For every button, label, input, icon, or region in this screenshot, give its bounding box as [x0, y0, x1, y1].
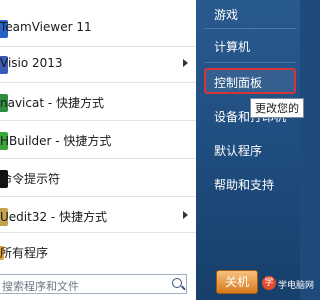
- program-visio[interactable]: Visio 2013: [0, 50, 196, 80]
- separator: [0, 196, 196, 197]
- separator: [204, 62, 296, 63]
- watermark-text: 学电脑网: [278, 281, 315, 291]
- shutdown-button[interactable]: 关机: [216, 270, 258, 294]
- submenu-arrow-icon: [183, 211, 188, 219]
- program-label: navicat - 快捷方式: [0, 96, 105, 110]
- all-programs[interactable]: 所有程序: [0, 238, 196, 268]
- separator: [0, 46, 196, 47]
- program-label: HBuilder - 快捷方式: [0, 134, 112, 148]
- search-icon[interactable]: [172, 278, 182, 288]
- program-label: 命令提示符: [0, 172, 61, 186]
- submenu-arrow-icon: [183, 59, 188, 67]
- all-programs-label: 所有程序: [0, 246, 49, 260]
- separator: [0, 120, 196, 121]
- separator: [0, 232, 196, 233]
- separator: [0, 82, 196, 83]
- program-hbuilder[interactable]: HBuilder - 快捷方式: [0, 126, 196, 156]
- separator: [0, 158, 196, 159]
- program-teamviewer[interactable]: TeamViewer 11: [0, 14, 196, 44]
- program-cmd[interactable]: 命令提示符: [0, 164, 196, 194]
- menu-games[interactable]: 游戏: [214, 6, 238, 23]
- menu-control-panel[interactable]: 控制面板: [214, 74, 262, 91]
- menu-default-programs[interactable]: 默认程序: [214, 142, 262, 159]
- program-label: TeamViewer 11: [0, 20, 92, 34]
- program-navicat[interactable]: navicat - 快捷方式: [0, 88, 196, 118]
- search-input[interactable]: [0, 277, 162, 296]
- search-box[interactable]: [0, 274, 187, 296]
- menu-computer[interactable]: 计算机: [214, 38, 250, 55]
- program-uedit32[interactable]: Uedit32 - 快捷方式: [0, 202, 196, 232]
- watermark: 学 学电脑网: [262, 274, 314, 294]
- tooltip: 更改您的: [250, 98, 304, 118]
- program-label: Uedit32 - 快捷方式: [0, 210, 108, 224]
- start-menu-programs-pane: TeamViewer 11 Visio 2013 navicat - 快捷方式 …: [0, 0, 196, 300]
- program-label: Visio 2013: [0, 56, 63, 70]
- menu-help-support[interactable]: 帮助和支持: [214, 176, 274, 193]
- watermark-logo-icon: 学: [262, 276, 276, 290]
- separator: [204, 28, 296, 29]
